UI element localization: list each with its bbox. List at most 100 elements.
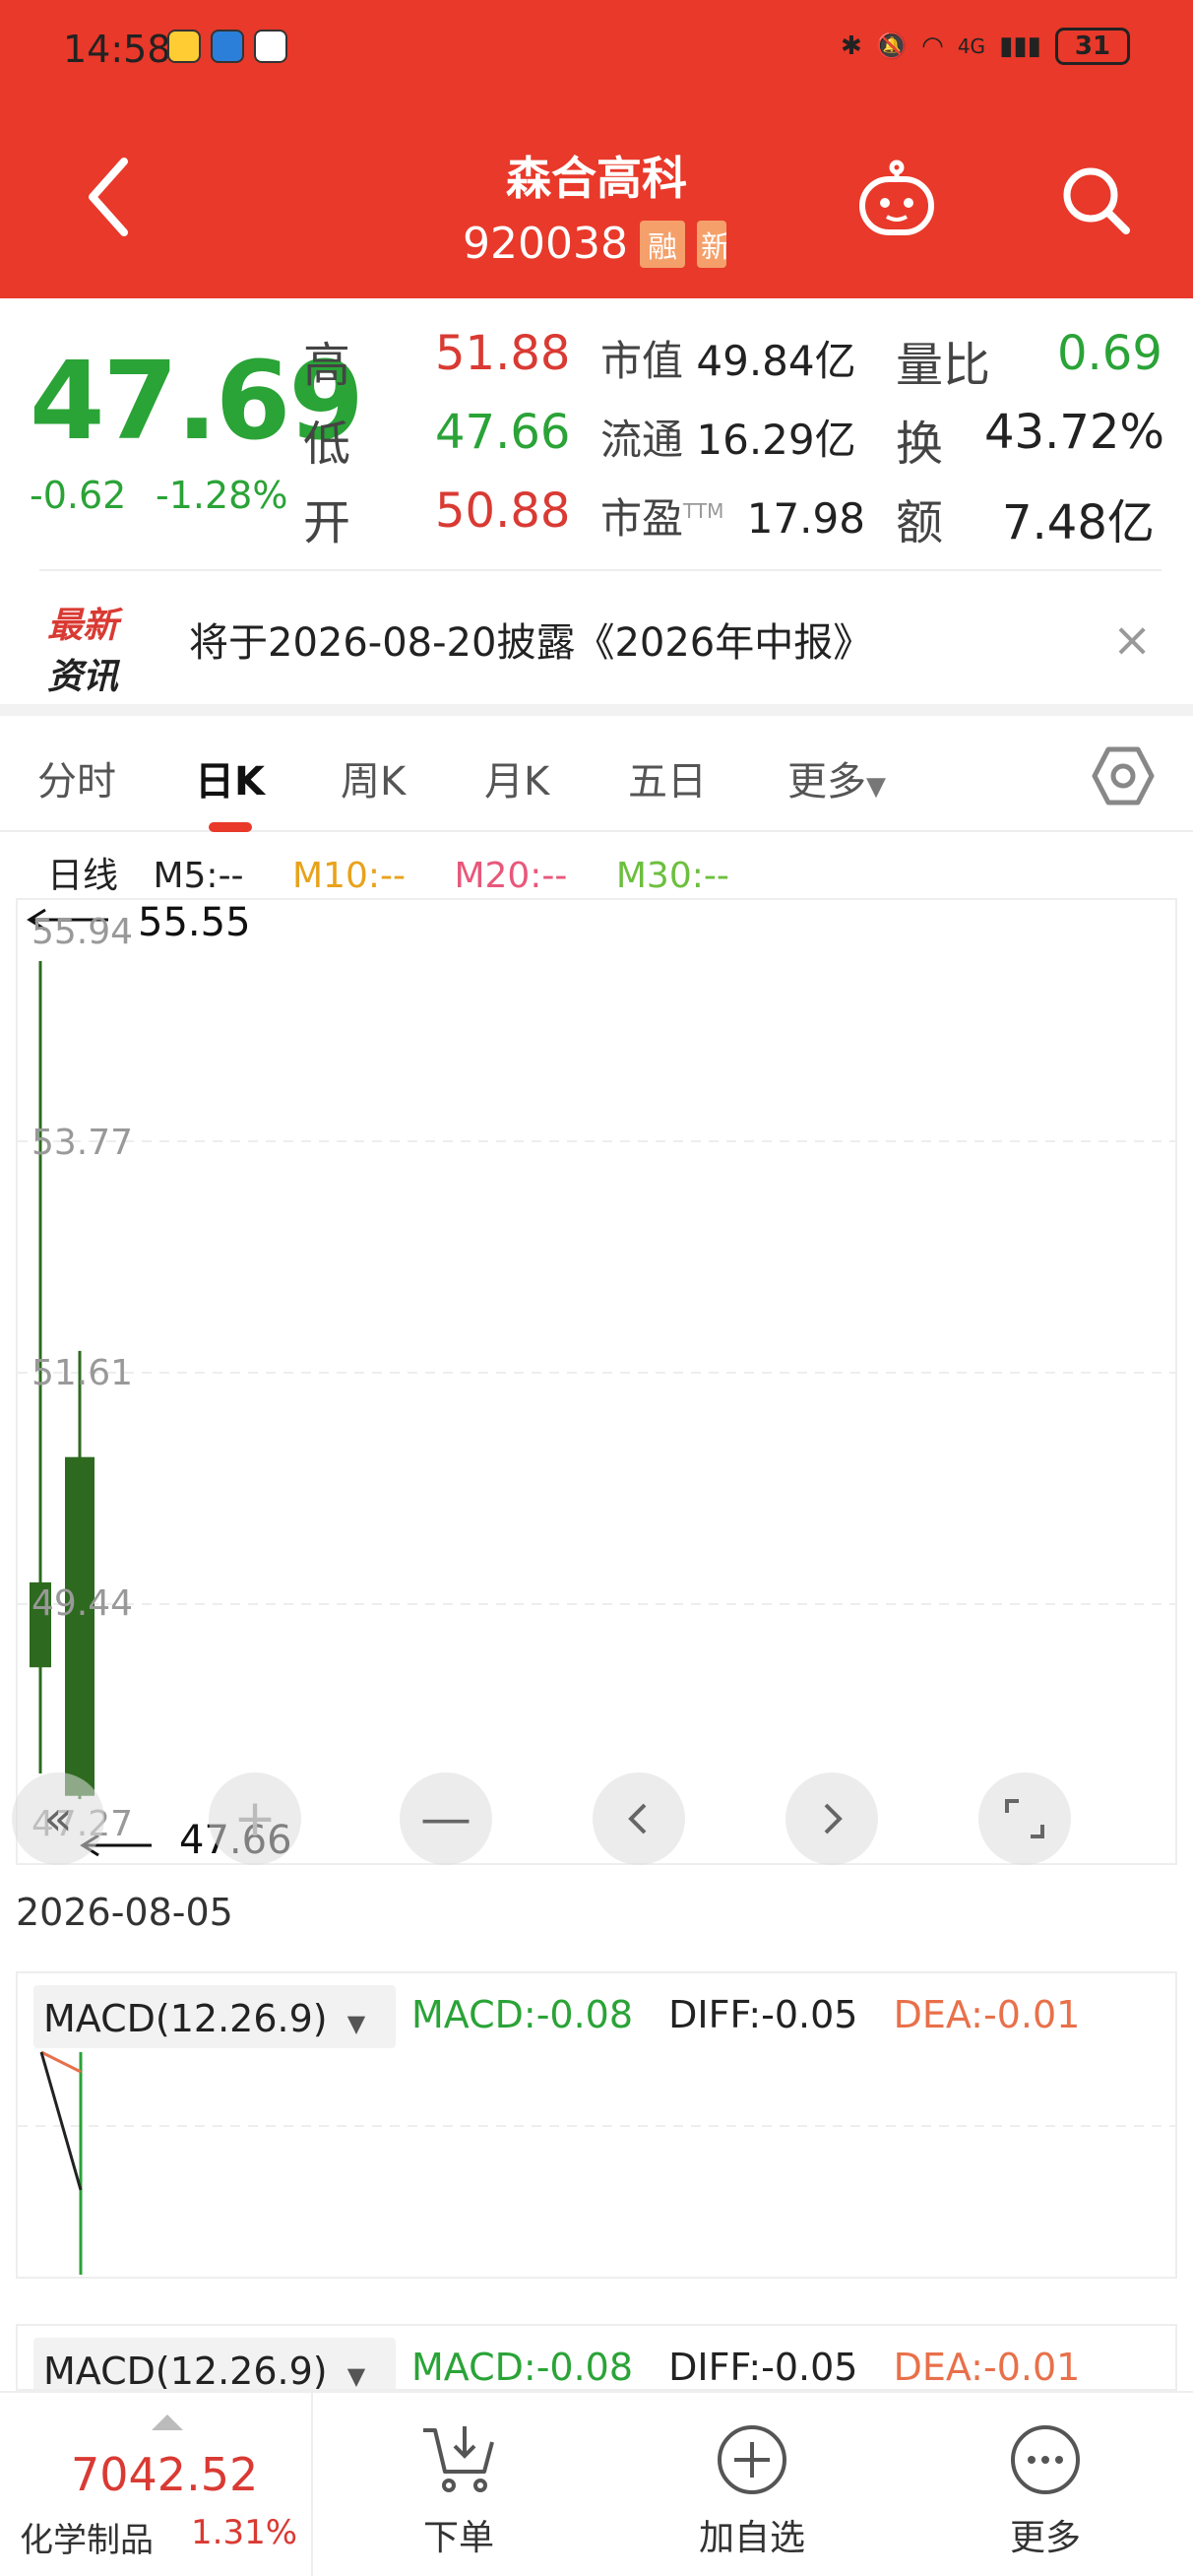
amount-value: 7.48亿 (1002, 495, 1155, 550)
search-button[interactable] (1059, 163, 1134, 238)
amount-label: 额 (896, 495, 944, 550)
legend-ma30: M30:-- (615, 856, 729, 896)
caret-down-icon: ▼ (346, 2362, 366, 2390)
y-label-3: 51.61 (31, 1353, 134, 1393)
zoom-out-button[interactable]: — (400, 1772, 492, 1865)
stock-name: 森合高科 (506, 152, 687, 205)
chart-settings-button[interactable] (1091, 743, 1156, 808)
scroll-start-button[interactable]: « (12, 1772, 104, 1865)
plus-circle-icon (718, 2425, 786, 2494)
low-value: 47.66 (435, 405, 571, 460)
turnover-value: 43.72% (984, 405, 1165, 460)
fullscreen-button[interactable] (978, 1772, 1071, 1865)
legend-title: 日线 (47, 856, 119, 896)
more-button[interactable]: 更多 (957, 2422, 1134, 2560)
plus-icon: + (233, 1789, 277, 1848)
news-logo-top: 最新 (47, 606, 119, 646)
indicator-selector-2[interactable]: MACD(12.26.9) ▼ (33, 2338, 396, 2391)
y-label-1: 55.94 (31, 912, 134, 952)
amount-row: 额 (896, 483, 943, 552)
pe-label: 市盈 (600, 494, 684, 543)
sector-index[interactable]: 7042.52 化学制品 1.31% (0, 2393, 313, 2576)
notification-icons (167, 30, 287, 63)
scroll-right-button[interactable] (785, 1772, 878, 1865)
open-label: 开 (303, 495, 351, 550)
vol-ratio-value: 0.69 (1057, 326, 1162, 381)
stock-subtitle: 920038 融 新 (463, 219, 726, 269)
chart-tabs: 分时 日K 周K 月K 五日 更多▼ (0, 716, 1193, 832)
legend-ma5: M5:-- (153, 856, 244, 896)
legend-ma10: M10:-- (292, 856, 406, 896)
turnover-row: 换 (896, 405, 943, 474)
macd-values-2: MACD:-0.08 DIFF:-0.05 DEA:-0.01 (411, 2346, 1103, 2389)
y-label-4: 49.44 (31, 1583, 134, 1624)
margin-tag: 融 (639, 220, 685, 268)
kline-svg (18, 908, 1175, 1857)
wifi-icon: ◠ (921, 32, 944, 61)
news-logo: 最新 资讯 (47, 597, 136, 697)
price-change: -0.62 (30, 474, 127, 517)
tab-five-day[interactable]: 五日 (628, 749, 707, 806)
robot-assistant-button[interactable] (856, 158, 937, 238)
mute-icon: 🔕 (875, 32, 909, 61)
minus-icon: — (420, 1789, 471, 1848)
macd-panel[interactable]: MACD(12.26.9) ▼ MACD:-0.08 DIFF:-0.05 DE… (16, 1971, 1177, 2279)
battery-level: 31 (1074, 32, 1111, 61)
mktcap-row: 市值 49.84亿 (600, 328, 856, 388)
chevron-right-icon (824, 1803, 843, 1835)
order-button[interactable]: 下单 (370, 2422, 547, 2560)
pe-row: 市盈TTM 17.98 (600, 485, 865, 546)
sector-index-value: 7042.52 (71, 2448, 259, 2501)
weibo-icon (167, 30, 201, 63)
status-bar: 14:58 ✱ 🔕 ◠ 4G ▮▮▮ 31 (0, 0, 1193, 98)
double-chevron-left-icon: « (43, 1791, 73, 1846)
robot-icon (859, 160, 934, 235)
expand-up-icon (152, 2415, 183, 2430)
macd-panel-2[interactable]: MACD(12.26.9) ▼ MACD:-0.08 DIFF:-0.05 DE… (16, 2324, 1177, 2391)
nfc-icon (254, 30, 287, 63)
tab-more[interactable]: 更多▼ (787, 749, 886, 806)
open-value: 50.88 (435, 483, 571, 539)
stock-code: 920038 (463, 219, 628, 269)
float-value: 16.29亿 (696, 416, 856, 464)
news-text[interactable]: 将于2026-08-20披露《2026年中报》 (189, 611, 872, 668)
vol-ratio-label: 量比 (896, 338, 991, 393)
tab-intraday[interactable]: 分时 (37, 749, 116, 806)
add-watchlist-button[interactable]: 加自选 (663, 2422, 841, 2560)
cart-download-icon (423, 2426, 494, 2492)
mktcap-value: 49.84亿 (696, 337, 856, 385)
active-tab-indicator (209, 822, 252, 832)
settings-hex-icon (1092, 746, 1155, 805)
more-label: 更多 (1009, 2518, 1081, 2558)
close-icon[interactable]: × (1112, 612, 1152, 668)
tab-more-label: 更多 (787, 759, 866, 805)
zoom-in-button[interactable]: + (209, 1772, 301, 1865)
app-c-icon (211, 30, 244, 63)
macd-svg (18, 2050, 1175, 2275)
status-time: 14:58 (63, 28, 171, 71)
status-right: ✱ 🔕 ◠ 4G ▮▮▮ 31 (841, 28, 1130, 65)
scroll-left-button[interactable] (593, 1772, 685, 1865)
legend-ma20: M20:-- (454, 856, 568, 896)
price-change-pct: -1.28% (156, 474, 288, 517)
signal-label: 4G (957, 34, 986, 58)
low-label: 低 (303, 417, 351, 472)
kline-chart[interactable]: 55.94 53.77 51.61 49.44 47.27 55.55 47.6… (16, 898, 1177, 1865)
bluetooth-icon: ✱ (840, 32, 862, 61)
indicator-selector-label-2: MACD(12.26.9) (43, 2350, 328, 2391)
section-separator (0, 704, 1193, 716)
pe-ttm-label: TTM (683, 499, 724, 523)
news-banner[interactable]: 最新 资讯 将于2026-08-20披露《2026年中报》 × (0, 571, 1193, 704)
mktcap-label: 市值 (600, 337, 684, 385)
tab-weekly-k[interactable]: 周K (341, 749, 406, 806)
dea-value-2: DEA:-0.01 (893, 2346, 1081, 2389)
vol-ratio-row: 量比 (896, 326, 990, 395)
low-row: 低 (303, 405, 350, 474)
tab-monthly-k[interactable]: 月K (484, 749, 549, 806)
tab-daily-k[interactable]: 日K (195, 749, 265, 806)
order-label: 下单 (422, 2518, 494, 2558)
macd-value-2: MACD:-0.08 (411, 2346, 634, 2389)
more-dots-icon (1011, 2425, 1080, 2494)
high-label: 高 (303, 338, 351, 393)
float-row: 流通 16.29亿 (600, 407, 856, 467)
